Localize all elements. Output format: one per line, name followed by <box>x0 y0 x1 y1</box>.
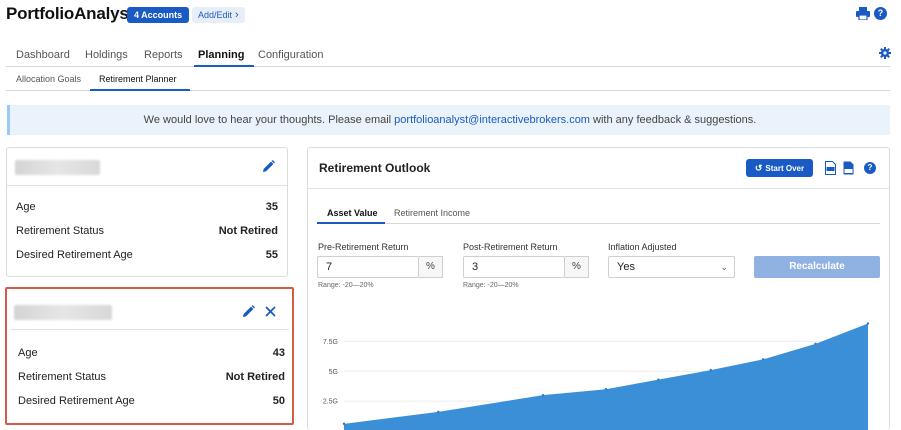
area-data-point <box>604 388 608 391</box>
profile-row-desired-retirement-age: Desired Retirement Age 55 <box>16 249 278 261</box>
pre-retirement-return-input[interactable]: 7 <box>317 256 419 278</box>
tab-planning[interactable]: Planning <box>198 49 244 61</box>
accounts-button[interactable]: 4 Accounts <box>127 7 190 23</box>
area-data-point <box>762 358 765 361</box>
profile-row-retirement-status: Retirement Status Not Retired <box>18 371 285 383</box>
divider <box>308 188 889 189</box>
row-label: Desired Retirement Age <box>16 249 133 261</box>
area-data-point <box>342 422 346 426</box>
pdf-icon[interactable] <box>825 161 836 175</box>
y-tick-label: 5G <box>329 369 338 376</box>
profile-card-2-body: Age 43 Retirement Status Not Retired Des… <box>10 292 289 420</box>
redacted-name <box>14 305 112 320</box>
chevron-down-icon: ⌄ <box>720 262 728 272</box>
retirement-outlook-panel: Retirement Outlook ↺ Start Over ? Asset V… <box>307 147 890 430</box>
area-data-point <box>541 393 545 397</box>
gear-icon[interactable] <box>879 47 891 59</box>
outlook-tabs: Asset Value Retirement Income <box>317 204 880 224</box>
recalculate-button[interactable]: Recalculate <box>754 256 880 278</box>
start-over-button[interactable]: ↺ Start Over <box>746 159 813 177</box>
asset-value-chart: 2.5G 5G 7.5G <box>323 322 870 430</box>
inflation-adjusted-value: Yes <box>617 261 635 273</box>
profile-card-1: Age 35 Retirement Status Not Retired Des… <box>6 147 288 277</box>
percent-suffix: % <box>565 256 589 278</box>
active-subtab-indicator <box>90 89 190 91</box>
area-data-point <box>709 368 712 372</box>
profile-row-age: Age 35 <box>16 201 278 213</box>
tab-configuration[interactable]: Configuration <box>258 49 323 61</box>
row-value: 35 <box>265 201 278 213</box>
profile-row-age: Age 43 <box>18 347 285 359</box>
row-value: 50 <box>272 395 285 407</box>
planning-subtabs: Allocation Goals Retirement Planner <box>6 70 890 91</box>
active-tab-indicator <box>317 222 385 224</box>
y-tick-label: 2.5G <box>323 399 338 406</box>
redacted-name <box>15 160 100 175</box>
row-value: 43 <box>272 347 285 359</box>
profile-card-2: Age 43 Retirement Status Not Retired Des… <box>5 287 294 425</box>
outlook-title: Retirement Outlook <box>319 161 431 175</box>
help-icon[interactable]: ? <box>864 162 876 174</box>
close-icon[interactable] <box>265 306 276 317</box>
tab-dashboard[interactable]: Dashboard <box>16 49 70 61</box>
tab-holdings[interactable]: Holdings <box>85 49 128 61</box>
tab-retirement-income[interactable]: Retirement Income <box>394 208 470 218</box>
row-label: Age <box>18 347 38 359</box>
chevron-right-icon: › <box>235 9 239 21</box>
help-icon[interactable]: ? <box>874 7 887 20</box>
row-label: Retirement Status <box>18 371 107 383</box>
row-label: Desired Retirement Age <box>18 395 135 407</box>
print-icon[interactable] <box>856 7 870 20</box>
subtab-allocation-goals[interactable]: Allocation Goals <box>16 74 81 84</box>
tab-reports[interactable]: Reports <box>144 49 183 61</box>
profile-row-retirement-status: Retirement Status Not Retired <box>16 225 278 237</box>
profile-card-header <box>7 148 287 186</box>
area-data-point <box>437 410 440 414</box>
pre-retirement-return-label: Pre-Retirement Return <box>318 242 409 252</box>
csv-icon[interactable] <box>843 161 854 175</box>
start-over-label: Start Over <box>765 164 805 173</box>
row-value: 55 <box>265 249 278 261</box>
active-tab-indicator <box>194 65 254 67</box>
post-retirement-return-input[interactable]: 3 <box>463 256 565 278</box>
profile-card-header <box>10 292 289 330</box>
banner-text-before: We would love to hear your thoughts. Ple… <box>143 114 395 126</box>
pre-retirement-range-hint: Range: -20—20% <box>318 282 374 289</box>
add-edit-button[interactable]: Add/Edit › <box>192 7 245 23</box>
row-label: Age <box>16 201 36 213</box>
post-retirement-return-label: Post-Retirement Return <box>463 242 558 252</box>
area-data-point <box>866 322 870 325</box>
restart-icon: ↺ <box>754 163 763 173</box>
profile-row-desired-retirement-age: Desired Retirement Age 50 <box>18 395 285 407</box>
row-label: Retirement Status <box>16 225 105 237</box>
post-retirement-range-hint: Range: -20—20% <box>463 282 519 289</box>
main-tabs: Dashboard Holdings Reports Planning Conf… <box>6 44 890 67</box>
percent-suffix: % <box>419 256 443 278</box>
asset-value-area <box>344 323 868 430</box>
subtab-retirement-planner[interactable]: Retirement Planner <box>99 74 177 84</box>
inflation-adjusted-select[interactable]: Yes ⌄ <box>608 256 735 278</box>
pencil-icon[interactable] <box>262 160 275 173</box>
brand-title: PortfolioAnalyst <box>6 4 135 23</box>
pencil-icon[interactable] <box>242 305 255 318</box>
y-tick-label: 7.5G <box>323 339 338 346</box>
area-data-point <box>814 342 817 346</box>
row-value: Not Retired <box>225 371 285 383</box>
feedback-email-link[interactable]: portfolioanalyst@interactivebrokers.com <box>394 114 590 126</box>
inflation-adjusted-label: Inflation Adjusted <box>608 242 677 252</box>
tab-asset-value[interactable]: Asset Value <box>327 208 378 218</box>
top-bar: PortfolioAnalyst 4 Accounts Add/Edit › ? <box>0 0 901 32</box>
add-edit-label: Add/Edit <box>198 10 233 20</box>
banner-text-after: with any feedback & suggestions. <box>589 114 757 126</box>
row-value: Not Retired <box>218 225 278 237</box>
area-data-point <box>657 378 660 381</box>
feedback-banner: We would love to hear your thoughts. Ple… <box>7 105 890 135</box>
